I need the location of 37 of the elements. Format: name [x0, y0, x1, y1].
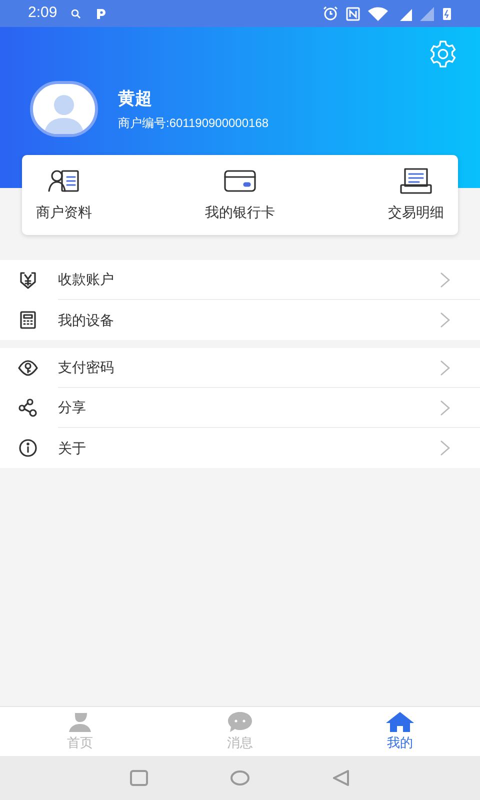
menu-item[interactable]: 收款账户 — [0, 260, 480, 300]
user-name: 黄超 — [118, 88, 153, 110]
receipt-printer-icon — [399, 168, 433, 194]
merchant-number: 商户编号:601190900000168 — [118, 114, 269, 132]
back-icon[interactable] — [332, 770, 350, 786]
home-circle-icon[interactable] — [230, 770, 250, 786]
menu-item[interactable]: 关于 — [0, 428, 480, 468]
tab[interactable]: 我的 — [320, 707, 480, 756]
chevron-right-icon — [440, 440, 450, 456]
signal-icon — [420, 6, 434, 20]
shortcut-button[interactable]: 我的银行卡 — [205, 168, 275, 222]
battery-icon — [442, 6, 452, 21]
alarm-icon — [323, 6, 338, 21]
home-icon — [385, 710, 415, 733]
wifi-icon — [368, 6, 388, 20]
status-time: 2:09 — [28, 3, 58, 24]
calculator-icon — [18, 310, 38, 330]
chevron-right-icon — [440, 272, 450, 288]
parking-icon — [95, 8, 108, 20]
share-icon — [18, 398, 38, 418]
nfc-icon — [346, 6, 360, 20]
menu-item[interactable]: 支付密码 — [0, 348, 480, 388]
chevron-right-icon — [440, 312, 450, 328]
settings-icon[interactable] — [428, 39, 458, 69]
info-icon — [18, 438, 38, 458]
chevron-right-icon — [440, 400, 450, 416]
person-icon — [67, 710, 93, 733]
menu-item[interactable]: 分享 — [0, 388, 480, 428]
shortcut-button[interactable]: 交易明细 — [388, 168, 444, 222]
contact-card-icon — [47, 168, 81, 194]
menu-item[interactable]: 我的设备 — [0, 300, 480, 340]
search-icon — [71, 8, 82, 18]
chevron-right-icon — [440, 360, 450, 376]
chat-bubble-icon — [227, 710, 253, 733]
bank-card-icon — [223, 168, 257, 194]
recents-icon[interactable] — [130, 770, 148, 786]
shortcut-button[interactable]: 商户资料 — [36, 168, 92, 222]
